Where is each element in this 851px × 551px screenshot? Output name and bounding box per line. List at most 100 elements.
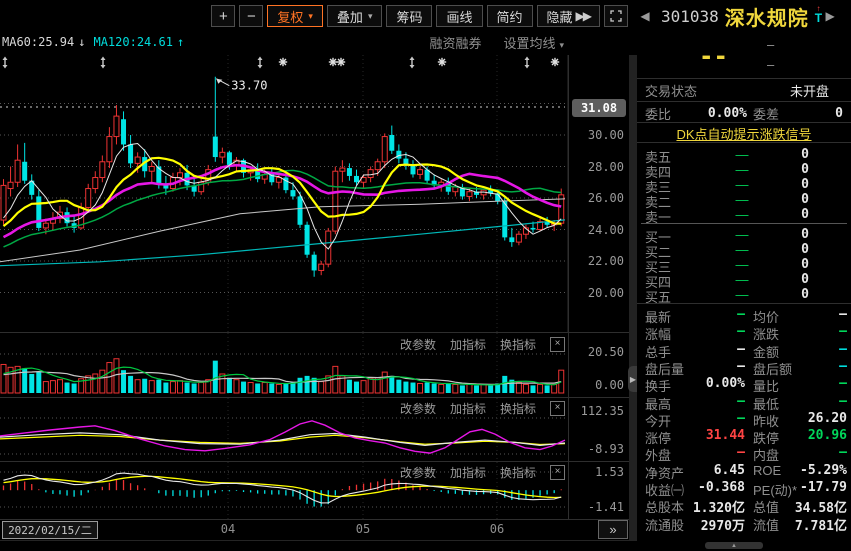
price-axis-label: 26.00 (587, 191, 624, 205)
stat-value: 7.781亿 (794, 518, 847, 534)
candlestick-chart[interactable]: 33.70 (0, 55, 630, 332)
stock-terminal: + − 复权 ▾ 叠加 ▾ 筹码 画线 简约 隐藏 ▶▶ MA60:25.94 ↓ MA120:24… (0, 0, 851, 551)
event-star-icon (336, 57, 346, 67)
stat-row: 最高 — 最低 — (637, 393, 851, 412)
button-label: 隐藏 (546, 9, 573, 25)
book-price: — (735, 272, 749, 287)
volume-axis-min: 0.00 (595, 378, 624, 392)
chart-links: 融资融券 设置均线 ▾ (429, 33, 564, 52)
stat-value: 0.00% (705, 376, 745, 392)
svg-text:33.70: 33.70 (231, 79, 267, 93)
stat-label: ROE (753, 462, 782, 478)
toolbar-button-隐藏[interactable]: 隐藏 ▶▶ (536, 5, 600, 27)
volume-axis-max: 20.50 (587, 345, 624, 359)
close-pane-icon[interactable]: × (550, 465, 565, 480)
stat-value: -0.368 (698, 480, 745, 495)
scroll-right-button[interactable]: » (598, 520, 628, 539)
stat-value: — (737, 341, 745, 357)
event-star-icon (550, 57, 560, 67)
trade-status-value: 未开盘 (789, 83, 829, 99)
book-volume: 0 (801, 147, 809, 162)
dropdown-caret-icon: ▾ (367, 10, 373, 21)
stat-value: — (839, 341, 847, 357)
dk-signal-link[interactable]: DK点自动提示涨跌信号 (637, 124, 851, 143)
pane-tool-改参数[interactable]: 改参数 (400, 464, 436, 481)
book-volume: 0 (801, 207, 809, 222)
ma-settings-link[interactable]: 设置均线 ▾ (503, 33, 564, 52)
stat-value: — (737, 445, 745, 461)
pane-tool-改参数[interactable]: 改参数 (400, 400, 436, 417)
pane-tool-换指标[interactable]: 换指标 (500, 336, 536, 353)
prev-stock-arrow[interactable]: ◀ (637, 9, 653, 23)
pane-tool-加指标[interactable]: 加指标 (450, 336, 486, 353)
toolbar-button-叠加[interactable]: 叠加 ▾ (326, 5, 383, 27)
toolbar-button-+[interactable]: + (211, 5, 236, 27)
pane-tool-换指标[interactable]: 换指标 (500, 464, 536, 481)
month-tick-06: 06 (489, 522, 505, 536)
close-pane-icon[interactable]: × (550, 401, 565, 416)
t-trade-icon[interactable]: ↑ T (815, 5, 822, 26)
price-axis-label: 24.00 (587, 222, 624, 237)
dk-signal-row: DK点自动提示涨跌信号 (637, 124, 851, 143)
pane-tool-加指标[interactable]: 加指标 (450, 464, 486, 481)
macd-axis-max: 1.53 (595, 465, 624, 479)
fullscreen-button[interactable] (604, 5, 628, 27)
indicator2-axis-min: -8.93 (587, 442, 624, 456)
stat-row: 流通股 2970万 流值 7.781亿 (637, 514, 851, 534)
quote-panel-title: ◀ 301038 深水规院 ↑ T ▶ (637, 3, 851, 30)
stat-value: 2970万 (700, 518, 745, 534)
button-label: 简约 (496, 9, 523, 25)
stat-value: — (839, 445, 847, 461)
bid-row: 买三 —0 (637, 257, 851, 275)
quote-panel: ◀ 301038 深水规院 ↑ T ▶ -- — — 交易状态 未开盘 委比 0.… (637, 0, 851, 551)
stat-row: 涨停 31.44 跌停 20.96 (637, 427, 851, 446)
stat-row: 换手 0.00% 量比 — (637, 375, 851, 394)
stat-value: 6.45 (713, 462, 745, 478)
button-label: 叠加 (336, 9, 363, 25)
panel-collapse-handle[interactable]: ▲ (705, 542, 763, 549)
book-volume: 0 (801, 242, 809, 257)
dropdown-caret-icon: ▾ (308, 10, 313, 21)
macd-axis-min: -1.41 (587, 500, 624, 514)
stat-value: — (839, 358, 847, 374)
bid-row: 买四 —0 (637, 272, 851, 290)
last-price: -- (699, 42, 728, 70)
stat-value: — (737, 393, 745, 409)
weicha-value: 0 (835, 105, 843, 121)
book-price: — (735, 177, 749, 192)
ma60-value: MA60:25.94 (2, 35, 75, 49)
toolbar-button-筹码[interactable]: 筹码 (386, 5, 433, 27)
pane-tools-row: 改参数 加指标 换指标 × (0, 336, 565, 353)
stat-value: -17.79 (800, 480, 847, 495)
toolbar-button-复权[interactable]: 复权 ▾ (267, 5, 323, 27)
margin-trading-link[interactable]: 融资融券 (429, 33, 481, 52)
month-tick-04: 04 (220, 522, 236, 536)
toolbar-button-−[interactable]: − (239, 5, 264, 27)
book-price: — (735, 242, 749, 257)
toolbar-button-简约[interactable]: 简约 (486, 5, 533, 27)
event-star-icon (437, 57, 447, 67)
close-pane-icon[interactable]: × (550, 337, 565, 352)
weibi-value: 0.00% (707, 105, 747, 121)
book-volume: 0 (801, 227, 809, 242)
stat-value: — (839, 324, 847, 340)
pane-tool-加指标[interactable]: 加指标 (450, 400, 486, 417)
stat-label: 流通股 (645, 517, 685, 533)
pane-tool-改参数[interactable]: 改参数 (400, 336, 436, 353)
stat-value: — (737, 307, 745, 322)
book-price: — (735, 227, 749, 242)
ma-indicator-row: MA60:25.94 ↓ MA120:24.61 ↑ 融资融券 设置均线 ▾ (2, 33, 630, 51)
button-label: 筹码 (396, 9, 423, 25)
fullscreen-icon (610, 10, 622, 22)
panel-splitter[interactable] (629, 55, 637, 540)
stock-code: 301038 (661, 6, 719, 26)
event-star-icon (278, 57, 288, 67)
stat-value: — (839, 307, 847, 322)
stat-row: 外盘 — 内盘 — (637, 444, 851, 463)
pane-tool-换指标[interactable]: 换指标 (500, 400, 536, 417)
ask-row: 卖二 —0 (637, 192, 851, 210)
stat-value: — (839, 376, 847, 392)
ask-row: 卖四 —0 (637, 162, 851, 180)
toolbar-button-画线[interactable]: 画线 (436, 5, 483, 27)
next-stock-arrow[interactable]: ▶ (822, 9, 838, 23)
